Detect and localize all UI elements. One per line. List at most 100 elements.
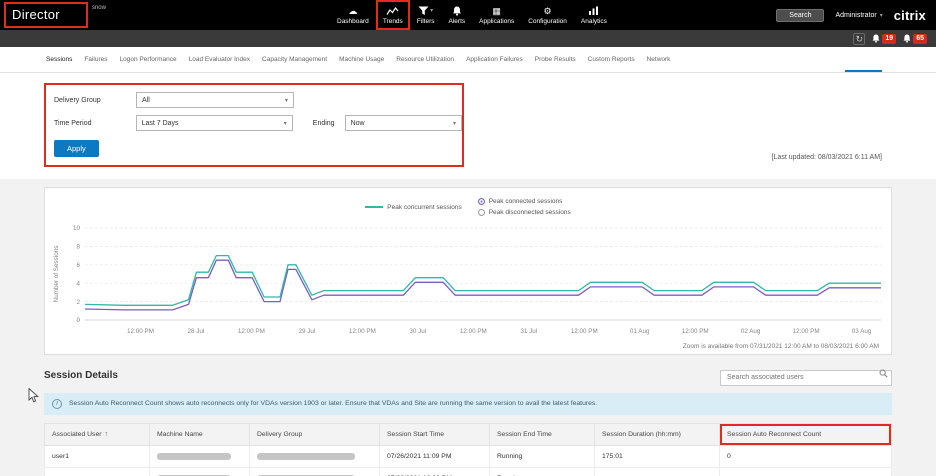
filter-panel-highlight: Delivery Group All ▾ Time Period Last 7 …: [44, 83, 464, 167]
delivery-group-label: Delivery Group: [54, 97, 136, 104]
trends-icon: [386, 6, 399, 17]
sort-ascending-icon[interactable]: ↑: [105, 431, 109, 438]
delivery-group-select[interactable]: All ▾: [136, 92, 294, 108]
alert-badge-critical[interactable]: 19: [872, 34, 896, 44]
director-logo-highlight: Director: [4, 2, 88, 28]
time-period-select[interactable]: Last 7 Days ▾: [136, 115, 293, 131]
nav-item-dashboard[interactable]: ☁ Dashboard: [330, 0, 376, 30]
col-associated-user[interactable]: Associated User↑: [45, 423, 150, 445]
chevron-down-icon: ▾: [284, 120, 287, 127]
col-delivery-group[interactable]: Delivery Group: [250, 423, 380, 445]
legend-peak-connected[interactable]: Peak connected sessions: [478, 198, 571, 205]
director-logo[interactable]: Director: [12, 7, 60, 22]
nav-item-filters[interactable]: ▾ Filters: [410, 0, 442, 30]
alert-count-badge: 19: [882, 34, 896, 44]
refresh-icon[interactable]: ↻: [853, 33, 865, 45]
table-row[interactable]: 07/28/2021 12:03 PM Running: [45, 467, 892, 476]
sessions-trend-chart-panel: Peak concurrent sessions Peak connected …: [44, 187, 892, 355]
redacted-value: [157, 453, 231, 460]
time-period-value: Last 7 Days: [142, 120, 179, 127]
session-details-section: Session Details i Session Auto Reconnect…: [44, 366, 892, 476]
tab-resource-utilization[interactable]: Resource Utilization: [396, 56, 454, 63]
cell-session-start: 07/26/2021 11:09 PM: [380, 445, 490, 467]
col-session-duration[interactable]: Session Duration (hh:mm): [595, 423, 720, 445]
cell-machine-name: [150, 467, 250, 476]
nav-label: Configuration: [528, 18, 567, 25]
cell-session-end: Running: [490, 467, 595, 476]
cell-reconnect-count: 0: [720, 445, 892, 467]
tab-probe-results[interactable]: Probe Results: [535, 56, 576, 63]
nav-item-alerts[interactable]: Alerts: [442, 0, 473, 30]
col-session-end-time[interactable]: Session End Time: [490, 423, 595, 445]
nav-label: Alerts: [449, 18, 466, 25]
svg-text:12:00 PM: 12:00 PM: [238, 328, 265, 335]
apply-button[interactable]: Apply: [54, 140, 99, 157]
tab-custom-reports[interactable]: Custom Reports: [588, 56, 635, 63]
tab-logon-performance[interactable]: Logon Performance: [120, 56, 177, 63]
legend-label: Peak connected sessions: [489, 198, 563, 205]
info-banner-text: Session Auto Reconnect Count shows auto …: [69, 400, 597, 407]
cell-session-start: 07/28/2021 12:03 PM: [380, 467, 490, 476]
tab-sessions[interactable]: Sessions: [46, 56, 72, 63]
nav-item-configuration[interactable]: ⚙ Configuration: [521, 0, 574, 30]
cell-delivery-group: [250, 445, 380, 467]
table-row[interactable]: user1 07/26/2021 11:09 PM Running 175:01…: [45, 445, 892, 467]
tab-scrollbar-thumb[interactable]: [845, 70, 882, 72]
nav-item-trends[interactable]: Trends: [376, 0, 410, 30]
chevron-down-icon: ▾: [430, 6, 433, 17]
chart-legend: Peak concurrent sessions Peak connected …: [49, 194, 887, 220]
radio-unselected-icon[interactable]: [478, 209, 485, 216]
site-name: snow: [92, 5, 106, 11]
administrator-label: Administrator: [835, 12, 876, 19]
cell-associated-user[interactable]: user1: [45, 445, 150, 467]
ending-select[interactable]: Now ▾: [345, 115, 462, 131]
section-title: Session Details: [44, 370, 118, 381]
search-button[interactable]: Search: [776, 9, 824, 22]
svg-text:02 Aug: 02 Aug: [741, 328, 761, 335]
svg-text:12:00 PM: 12:00 PM: [460, 328, 487, 335]
alerts-bell-icon: [452, 6, 462, 17]
legend-peak-disconnected[interactable]: Peak disconnected sessions: [478, 209, 571, 216]
tab-capacity-management[interactable]: Capacity Management: [262, 56, 327, 63]
tab-network[interactable]: Network: [647, 56, 671, 63]
radio-selected-icon[interactable]: [478, 198, 485, 205]
svg-text:12:00 PM: 12:00 PM: [793, 328, 820, 335]
svg-text:28 Jul: 28 Jul: [188, 328, 205, 335]
col-session-auto-reconnect-count-highlight[interactable]: Session Auto Reconnect Count: [720, 423, 892, 445]
administrator-menu[interactable]: Administrator ▾: [835, 12, 882, 19]
tab-load-evaluator-index[interactable]: Load Evaluator Index: [189, 56, 250, 63]
ending-value: Now: [351, 120, 365, 127]
col-session-start-time[interactable]: Session Start Time: [380, 423, 490, 445]
col-machine-name[interactable]: Machine Name: [150, 423, 250, 445]
nav-label: Trends: [383, 18, 403, 25]
svg-text:12:00 PM: 12:00 PM: [682, 328, 709, 335]
alert-badge-warning[interactable]: 65: [903, 34, 927, 44]
configuration-gear-icon: ⚙: [544, 6, 552, 17]
associated-users-search-input[interactable]: [720, 370, 892, 386]
nav-item-applications[interactable]: ▦ Applications: [472, 0, 521, 30]
chevron-down-icon: ▾: [453, 120, 456, 127]
legend-label: Peak disconnected sessions: [489, 209, 571, 216]
session-details-table: Associated User↑ Machine Name Delivery G…: [44, 423, 892, 476]
tab-failures[interactable]: Failures: [84, 56, 107, 63]
tab-application-failures[interactable]: Application Failures: [466, 56, 523, 63]
cell-session-duration: 175:01: [595, 445, 720, 467]
dashboard-icon: ☁: [348, 6, 357, 17]
citrix-logo: citrix: [894, 8, 926, 23]
svg-text:03 Aug: 03 Aug: [852, 328, 872, 335]
svg-text:29 Jul: 29 Jul: [298, 328, 315, 335]
sessions-line-chart[interactable]: 024681012:00 PM28 Jul12:00 PM29 Jul12:00…: [49, 220, 887, 346]
cell-associated-user[interactable]: [45, 467, 150, 476]
citrix-director-app: Director snow ☁ Dashboard Trends ▾ Filte…: [0, 0, 936, 476]
svg-text:30 Jul: 30 Jul: [409, 328, 426, 335]
alert-count-badge: 65: [913, 34, 927, 44]
nav-item-analytics[interactable]: Analytics: [574, 0, 614, 30]
svg-text:10: 10: [73, 225, 81, 232]
svg-text:31 Jul: 31 Jul: [520, 328, 537, 335]
line-sample-icon: [365, 206, 383, 208]
svg-text:6: 6: [76, 262, 80, 269]
search-icon[interactable]: [879, 369, 888, 378]
tab-machine-usage[interactable]: Machine Usage: [339, 56, 384, 63]
nav-label: Analytics: [581, 18, 607, 25]
nav-label: Dashboard: [337, 18, 369, 25]
